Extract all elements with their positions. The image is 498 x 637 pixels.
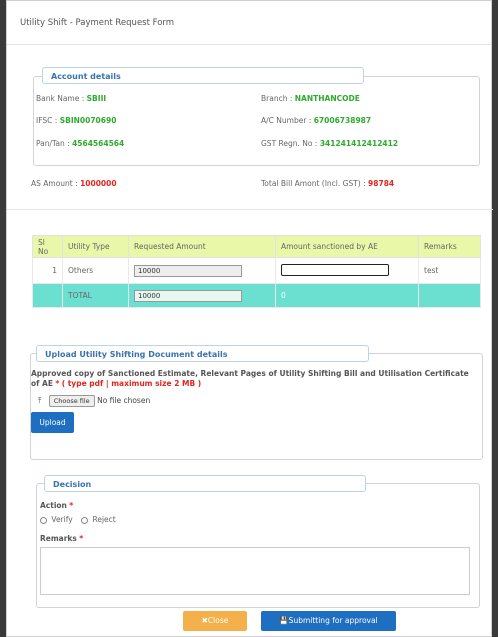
upload-legend: Upload Utility Shifting Document details xyxy=(36,345,369,362)
bank-name-value: SBIII xyxy=(86,94,107,103)
no-file-label: No file chosen xyxy=(97,396,151,405)
total-bill-value: 98784 xyxy=(368,179,395,188)
decision-legend: Decision xyxy=(44,475,366,492)
payment-request-modal: Utility Shift - Payment Request Form Acc… xyxy=(6,0,493,637)
total-bill-row: Total Bill Amont (Incl. GST) : 98784 xyxy=(261,179,394,188)
action-label-row: Action * xyxy=(40,501,73,510)
col-sl-no: Sl No xyxy=(32,235,63,258)
col-remarks: Remarks xyxy=(418,235,481,258)
ac-number-value: 67006738987 xyxy=(313,116,372,125)
verify-radio[interactable] xyxy=(40,516,47,524)
upload-file-note: ( type pdf | maximum size 2 MB ) xyxy=(61,379,202,388)
pan-row: Pan/Tan : 4564564564 xyxy=(36,139,124,148)
upload-button[interactable]: Upload xyxy=(31,412,74,433)
utility-table: Sl No Utility Type Requested Amount Amou… xyxy=(32,235,481,308)
close-button[interactable]: ✖Close xyxy=(183,611,247,631)
submit-approval-button[interactable]: 💾Submitting for approval xyxy=(261,611,396,631)
total-label: TOTAL xyxy=(62,283,129,308)
total-row: TOTAL 10000 0 xyxy=(32,283,481,308)
action-required-mark: * xyxy=(69,501,74,510)
reject-radio-label: Reject xyxy=(92,515,116,524)
ifsc-label: IFSC : xyxy=(36,116,58,125)
pan-value: 4564564564 xyxy=(72,139,125,148)
remarks-textarea[interactable] xyxy=(40,547,470,595)
action-radio-group: Verify Reject xyxy=(40,515,116,524)
gst-label: GST Regn. No : xyxy=(261,139,318,148)
upload-icon: ⤒ xyxy=(38,396,42,405)
as-amount-value: 1000000 xyxy=(80,179,117,188)
col-utility-type: Utility Type xyxy=(62,235,129,258)
remarks-required-mark: * xyxy=(79,534,84,543)
gst-row: GST Regn. No : 341241412412412 xyxy=(261,139,398,148)
total-sanctioned: 0 xyxy=(275,283,419,308)
total-requested-input: 10000 xyxy=(134,289,242,302)
cell-remarks: test xyxy=(418,257,481,284)
section-divider xyxy=(7,209,493,210)
action-label: Action xyxy=(40,501,67,510)
bank-name-label: Bank Name : xyxy=(36,94,85,103)
reject-radio[interactable] xyxy=(81,516,89,524)
as-amount-row: AS Amount : 1000000 xyxy=(31,179,117,188)
branch-row: Branch : NANTHANCODE xyxy=(261,94,360,103)
choose-file-button[interactable]: Choose file xyxy=(48,395,95,407)
as-amount-label: AS Amount : xyxy=(31,179,78,188)
ac-number-label: A/C Number : xyxy=(261,116,312,125)
cell-sl-no: 1 xyxy=(32,257,63,284)
utility-table-header: Sl No Utility Type Requested Amount Amou… xyxy=(32,235,481,258)
modal-header: Utility Shift - Payment Request Form xyxy=(7,1,491,45)
branch-label: Branch : xyxy=(261,94,293,103)
ac-number-row: A/C Number : 67006738987 xyxy=(261,116,371,125)
col-requested-amount: Requested Amount xyxy=(128,235,276,258)
cell-utility-type: Others xyxy=(62,257,129,284)
pan-label: Pan/Tan : xyxy=(36,139,70,148)
total-cell-empty xyxy=(32,283,63,308)
upload-instruction: Approved copy of Sanctioned Estimate, Re… xyxy=(31,369,479,389)
bank-name-row: Bank Name : SBIII xyxy=(36,94,106,103)
account-details-legend: Account details xyxy=(42,67,364,84)
total-remarks-empty xyxy=(418,283,481,308)
remarks-label-row: Remarks * xyxy=(40,534,83,543)
cell-requested: 10000 xyxy=(128,257,276,284)
modal-title: Utility Shift - Payment Request Form xyxy=(20,18,175,28)
remarks-label: Remarks xyxy=(40,534,77,543)
branch-value: NANTHANCODE xyxy=(294,94,360,103)
upload-required-mark: * xyxy=(55,379,60,388)
amount-sanctioned-input[interactable] xyxy=(281,264,389,277)
total-requested-cell: 10000 xyxy=(128,283,276,308)
verify-radio-label: Verify xyxy=(51,515,73,524)
col-amount-sanctioned: Amount sanctioned by AE xyxy=(275,235,419,258)
file-input-row: ⤒ Choose file No file chosen xyxy=(38,395,150,407)
ifsc-value: SBIN0070690 xyxy=(59,116,117,125)
table-row: 1 Others 10000 test xyxy=(32,257,481,284)
ifsc-row: IFSC : SBIN0070690 xyxy=(36,116,116,125)
cell-sanctioned xyxy=(275,257,419,284)
total-bill-label: Total Bill Amont (Incl. GST) : xyxy=(261,179,366,188)
gst-value: 341241412412412 xyxy=(319,139,399,148)
requested-amount-input: 10000 xyxy=(134,264,242,277)
